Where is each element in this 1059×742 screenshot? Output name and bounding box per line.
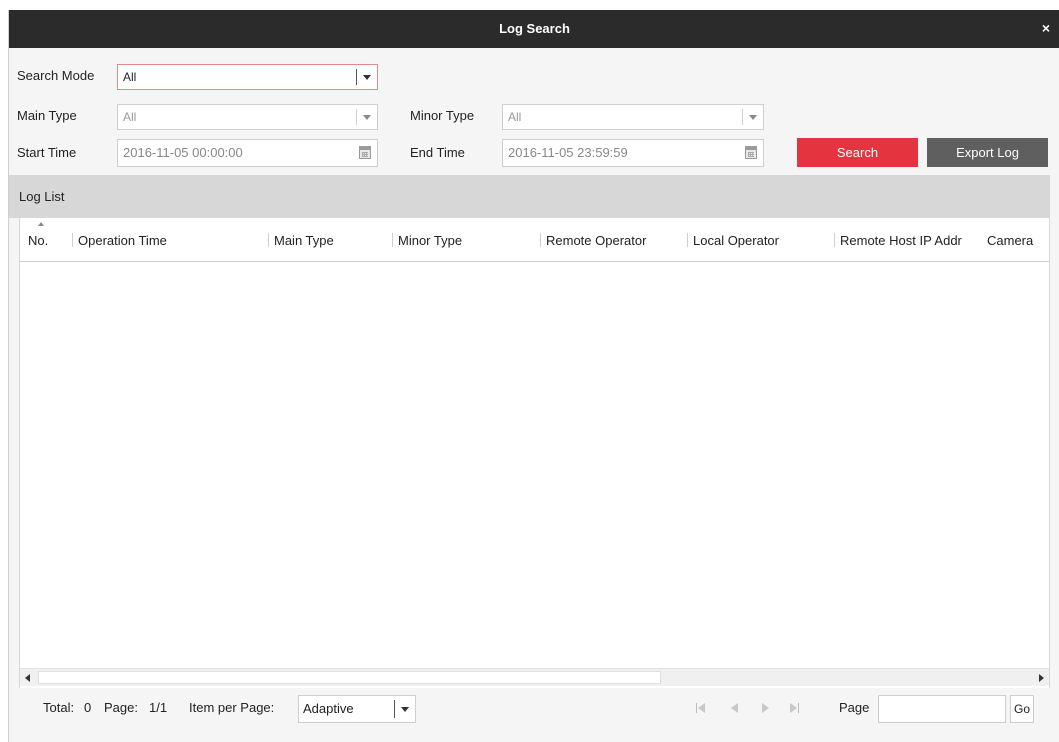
window-title: Log Search — [499, 21, 570, 36]
column-header-camera[interactable]: Camera — [987, 233, 1033, 248]
total-value: 0 — [84, 700, 92, 715]
items-per-page-value: Adaptive — [303, 701, 354, 716]
search-mode-label: Search Mode — [17, 68, 95, 83]
items-per-page-select[interactable]: Adaptive — [298, 695, 416, 723]
goto-page-label: Page — [839, 700, 870, 715]
page-label: Page: — [104, 700, 138, 715]
scrollbar-thumb[interactable] — [38, 671, 661, 684]
total-label: Total: — [43, 700, 75, 715]
table-header: No. Operation Time Main Type Minor Type … — [20, 218, 1049, 262]
search-mode-select[interactable]: All — [117, 64, 378, 90]
scroll-left-icon[interactable] — [20, 669, 36, 687]
chevron-down-icon — [401, 707, 409, 712]
column-header-operation-time[interactable]: Operation Time — [72, 233, 167, 248]
column-header-local-operator[interactable]: Local Operator — [687, 233, 779, 248]
calendar-icon[interactable] — [745, 146, 757, 159]
go-button[interactable]: Go — [1010, 695, 1034, 723]
end-time-label: End Time — [410, 145, 465, 160]
prev-page-icon[interactable] — [728, 701, 742, 715]
search-button[interactable]: Search — [797, 138, 918, 167]
calendar-icon[interactable] — [359, 146, 371, 159]
chevron-down-icon — [363, 75, 371, 80]
column-header-remote-host-ip[interactable]: Remote Host IP Addr — [834, 233, 962, 248]
scroll-right-icon[interactable] — [1033, 669, 1049, 687]
minor-type-label: Minor Type — [410, 108, 475, 123]
column-header-main-type[interactable]: Main Type — [268, 233, 334, 248]
close-icon[interactable]: × — [1038, 20, 1054, 36]
title-bar: Log Search × — [9, 10, 1059, 48]
column-header-minor-type[interactable]: Minor Type — [392, 233, 462, 248]
first-page-icon[interactable] — [694, 701, 708, 715]
end-time-field[interactable]: 2016-11-05 23:59:59 — [502, 139, 764, 167]
pagination-bar: Total: 0 Page: 1/1 Item per Page: Adapti… — [9, 690, 1050, 730]
horizontal-scrollbar[interactable] — [20, 668, 1049, 686]
main-type-select[interactable]: All — [117, 104, 378, 130]
goto-page-input[interactable] — [878, 695, 1006, 723]
log-table: No. Operation Time Main Type Minor Type … — [19, 218, 1050, 688]
main-type-label: Main Type — [17, 108, 77, 123]
start-time-label: Start Time — [17, 145, 77, 160]
main-type-value: All — [123, 110, 137, 124]
export-log-button[interactable]: Export Log — [927, 138, 1048, 167]
log-list-title: Log List — [19, 189, 65, 204]
sort-icon — [38, 222, 44, 226]
start-time-value: 2016-11-05 00:00:00 — [123, 145, 243, 160]
next-page-icon[interactable] — [758, 701, 772, 715]
start-time-field[interactable]: 2016-11-05 00:00:00 — [117, 139, 378, 167]
end-time-value: 2016-11-05 23:59:59 — [508, 145, 628, 160]
minor-type-value: All — [508, 110, 522, 124]
search-mode-value: All — [123, 70, 137, 84]
log-list-section: Log List — [9, 175, 1050, 218]
chevron-down-icon — [749, 115, 757, 120]
log-search-window: Log Search × Search Mode All Main Type A… — [8, 10, 1059, 742]
chevron-down-icon — [363, 115, 371, 120]
page-value: 1/1 — [149, 700, 168, 715]
column-header-remote-operator[interactable]: Remote Operator — [540, 233, 646, 248]
column-header-no[interactable]: No. — [28, 233, 48, 248]
items-per-page-label: Item per Page: — [189, 700, 275, 715]
last-page-icon[interactable] — [788, 701, 802, 715]
minor-type-select[interactable]: All — [502, 104, 764, 130]
